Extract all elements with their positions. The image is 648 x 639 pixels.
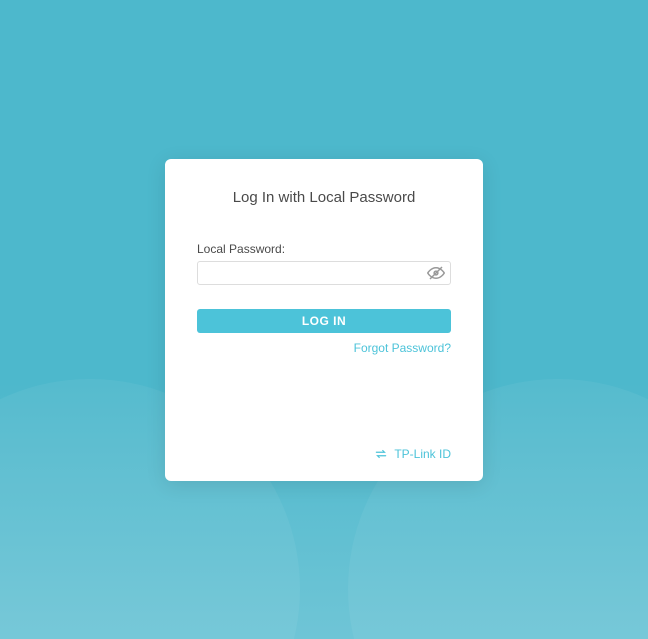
swap-icon [374, 447, 388, 461]
forgot-password-wrap: Forgot Password? [197, 339, 451, 357]
login-button[interactable]: LOG IN [197, 309, 451, 333]
password-label: Local Password: [197, 242, 451, 256]
password-input-wrap [197, 261, 451, 285]
visibility-toggle-icon[interactable] [427, 264, 445, 282]
password-input[interactable] [197, 261, 451, 285]
tplink-id-link[interactable]: TP-Link ID [197, 447, 451, 461]
forgot-password-link[interactable]: Forgot Password? [354, 341, 451, 355]
tplink-id-label: TP-Link ID [394, 447, 451, 461]
login-card: Log In with Local Password Local Passwor… [165, 159, 483, 481]
card-title: Log In with Local Password [197, 189, 451, 206]
